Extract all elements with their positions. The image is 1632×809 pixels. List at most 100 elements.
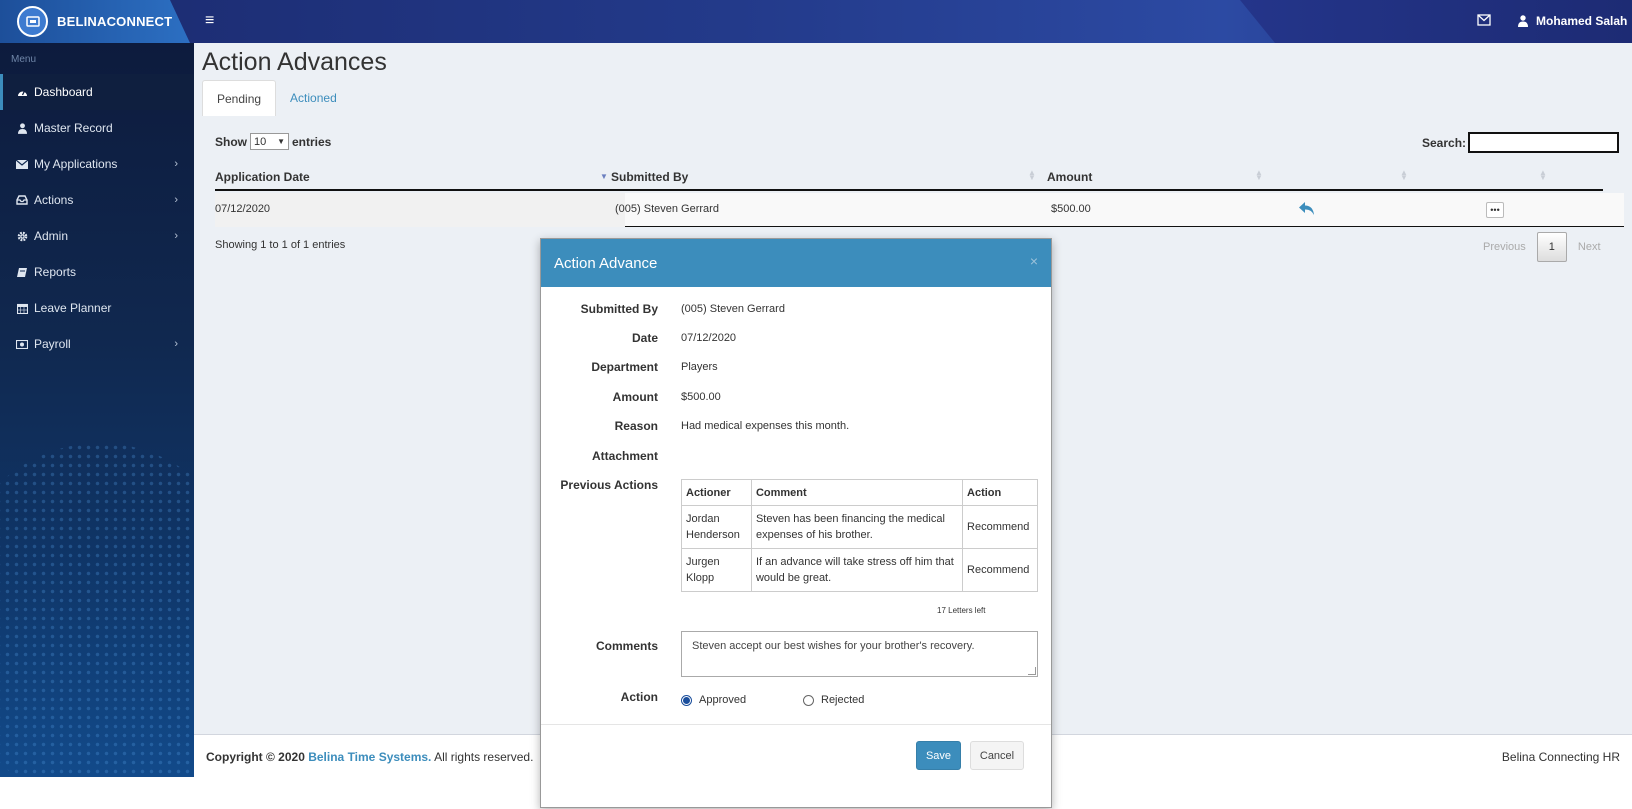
save-button[interactable]: Save (916, 741, 961, 770)
gear-icon (16, 231, 28, 242)
copyright-text: Copyright © 2020 (206, 750, 305, 764)
sidebar-item-label: My Applications (34, 157, 118, 171)
logo-icon[interactable] (17, 6, 48, 37)
reason-value: Had medical expenses this month. (681, 420, 850, 432)
sidebar-item-label: Payroll (34, 337, 71, 351)
table-header: Application Date ▼ Submitted By ▲ ▼ Amoun… (215, 161, 1603, 191)
department-label: Department (591, 360, 658, 374)
sidebar-item-label: Dashboard (34, 85, 93, 99)
reason-label: Reason (614, 419, 658, 433)
sidebar-item-leave-planner[interactable]: Leave Planner (0, 290, 194, 326)
sidebar-item-actions[interactable]: Actions › (0, 182, 194, 218)
tab-bar: Pending Actioned (202, 80, 351, 116)
close-icon[interactable]: × (1030, 253, 1038, 269)
header-comment: Comment (750, 479, 964, 506)
comments-textarea[interactable]: Steven accept our best wishes for your b… (681, 631, 1038, 677)
date-label: Date (631, 331, 658, 345)
footer-tagline: Belina Connecting HR (1501, 750, 1620, 764)
action-advance-modal: Action Advance × Submitted By (005) Stev… (540, 238, 1052, 808)
cell-application-date: 07/12/2020 (215, 203, 271, 215)
show-entries-control: Show 10 ▼ entries (215, 133, 331, 150)
money-icon (16, 339, 28, 349)
inbox-icon (16, 195, 28, 205)
attachment-label: Attachment (591, 449, 658, 463)
approved-radio[interactable]: Approved (681, 694, 746, 706)
radio-button[interactable] (803, 694, 814, 706)
sort-icon[interactable]: ▲ ▼ (1400, 169, 1408, 182)
chevron-right-icon: › (174, 194, 178, 206)
user-name: Mohamed Salah (1536, 14, 1628, 28)
modal-title: Action Advance (554, 255, 658, 272)
resize-handle[interactable] (1028, 667, 1036, 675)
sidebar-item-label: Leave Planner (34, 301, 112, 315)
table-row: Jurgen Klopp If an advance will take str… (681, 548, 1038, 592)
radio-button-checked[interactable] (681, 694, 692, 706)
column-header-submitted-by[interactable]: Submitted By (611, 170, 688, 184)
entries-select-value: 10 (254, 135, 267, 148)
pagination-previous[interactable]: Previous (1472, 232, 1537, 262)
rights-text: All rights reserved. (434, 750, 534, 764)
cell-comment: Steven has been financing the medical ex… (750, 505, 964, 549)
pagination: Previous 1 Next (1472, 232, 1612, 262)
amount-label: Amount (612, 390, 658, 404)
top-navbar: BELINACONNECT ≡ Mohamed Salah (0, 0, 1632, 43)
hamburger-menu-icon[interactable]: ≡ (205, 12, 214, 30)
chevron-right-icon: › (174, 158, 178, 170)
mail-icon[interactable] (1477, 14, 1491, 29)
column-header-amount[interactable]: Amount (1047, 170, 1092, 184)
sidebar-item-dashboard[interactable]: Dashboard (0, 74, 194, 110)
sidebar-item-admin[interactable]: Admin › (0, 218, 194, 254)
sort-desc-icon[interactable]: ▼ (600, 173, 608, 181)
column-header-application-date[interactable]: Application Date (215, 170, 310, 184)
header-action: Action (962, 479, 1038, 506)
date-value: 07/12/2020 (681, 332, 737, 344)
sidebar-item-payroll[interactable]: Payroll › (0, 326, 194, 362)
sidebar-item-label: Admin (34, 229, 69, 243)
cell-action: Recommend (962, 505, 1038, 549)
rejected-radio[interactable]: Rejected (803, 694, 864, 706)
sidebar-item-my-applications[interactable]: My Applications › (0, 146, 194, 182)
sidebar-menu-label: Menu (11, 54, 37, 65)
sidebar-item-label: Master Record (34, 121, 113, 135)
comments-text: Steven accept our best wishes for your b… (692, 640, 975, 652)
sort-icon[interactable]: ▲ ▼ (1028, 169, 1036, 182)
more-options-button[interactable]: ••• (1486, 202, 1504, 218)
previous-actions-table: Actioner Comment Action Jordan Henderson… (681, 479, 1038, 592)
header-actioner: Actioner (681, 479, 752, 506)
amount-value: $500.00 (681, 391, 721, 403)
comments-label: Comments (595, 639, 658, 653)
chevron-down-icon: ▼ (277, 137, 285, 146)
cell-submitted-by: (005) Steven Gerrard (615, 203, 719, 215)
modal-footer-divider (541, 724, 1051, 725)
table-row: 07/12/2020 (005) Steven Gerrard $500.00 … (215, 193, 1624, 227)
submitted-by-label: Submitted By (580, 302, 658, 316)
pagination-page-1[interactable]: 1 (1536, 232, 1567, 262)
page-title: Action Advances (202, 48, 387, 76)
previous-actions-header: Actioner Comment Action (681, 479, 1038, 506)
footer-brand-link[interactable]: Belina Time Systems. (308, 750, 431, 764)
sidebar-item-master-record[interactable]: Master Record (0, 110, 194, 146)
sidebar-item-reports[interactable]: Reports (0, 254, 194, 290)
sort-icon[interactable]: ▲ ▼ (1539, 169, 1547, 182)
sidebar-globe-decoration (0, 443, 194, 777)
entries-select[interactable]: 10 ▼ (250, 133, 289, 150)
department-value: Players (681, 361, 718, 373)
table-info: Showing 1 to 1 of 1 entries (215, 239, 346, 251)
user-menu[interactable]: Mohamed Salah (1518, 14, 1627, 28)
search-input[interactable] (1468, 132, 1619, 153)
approved-label: Approved (699, 694, 747, 706)
tab-pending[interactable]: Pending (202, 80, 277, 116)
user-icon (1518, 15, 1528, 27)
cancel-button[interactable]: Cancel (970, 741, 1024, 770)
tab-actioned[interactable]: Actioned (276, 80, 351, 116)
letters-left-counter: 17 Letters left (937, 606, 986, 615)
sort-icon[interactable]: ▲ ▼ (1255, 169, 1263, 182)
pagination-next[interactable]: Next (1567, 232, 1612, 262)
modal-header: Action Advance × (541, 239, 1051, 287)
cell-comment: If an advance will take stress off him t… (750, 548, 964, 592)
cell-actioner: Jurgen Klopp (681, 548, 752, 592)
rejected-label: Rejected (821, 694, 865, 706)
reply-action-icon[interactable] (1298, 201, 1315, 219)
cell-action: Recommend (962, 548, 1038, 592)
app-logo-text[interactable]: BELINACONNECT (57, 14, 172, 29)
